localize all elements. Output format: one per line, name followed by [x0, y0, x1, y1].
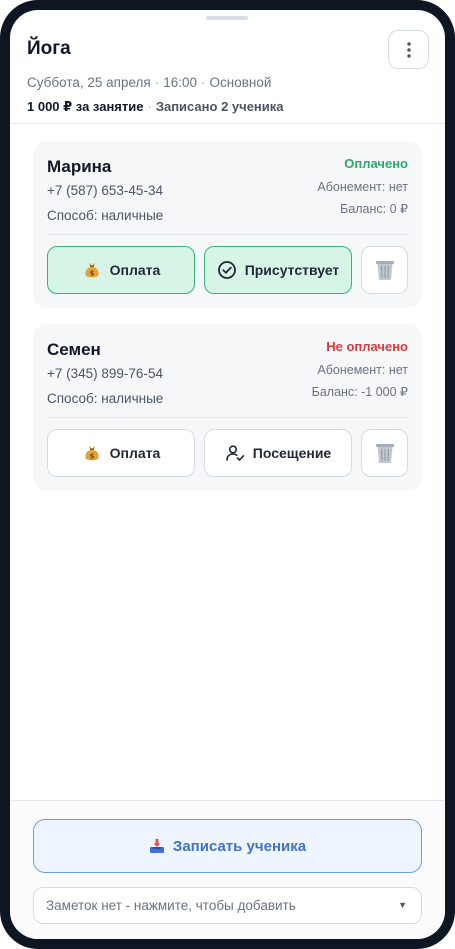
check-circle-icon — [217, 261, 236, 279]
payment-status-badge: Оплачено — [344, 156, 408, 171]
payment-status-badge: Не оплачено — [326, 339, 408, 354]
card-divider — [47, 234, 408, 235]
trash-icon — [375, 261, 394, 280]
student-card: Семен +7 (345) 899-76-54 Способ: наличны… — [33, 324, 422, 491]
student-card: Марина +7 (587) 653-45-34 Способ: наличн… — [33, 141, 422, 308]
delete-student-button[interactable] — [361, 246, 408, 294]
svg-text:$: $ — [89, 453, 94, 461]
bottom-sheet: Йога Суббота, 25 апреля · 16:00 · Основной 1… — [10, 10, 445, 939]
payment-button-label: Оплата — [109, 445, 161, 461]
enrolled-count: Записано 2 ученика — [155, 99, 284, 114]
student-name: Марина — [47, 157, 112, 176]
attendance-button-label: Присутствует — [244, 262, 340, 278]
attendance-button[interactable]: Посещение — [204, 429, 352, 477]
lesson-price: 1 000 ₽ за занятие — [27, 99, 144, 114]
trash-icon — [375, 444, 394, 463]
notes-placeholder: Заметок нет - нажмите, чтобы добавить — [46, 898, 296, 913]
more-menu-button[interactable] — [388, 30, 429, 69]
balance-info: Баланс: -1 000 ₽ — [311, 385, 408, 399]
attendance-button[interactable]: Присутствует — [204, 246, 352, 294]
more-vertical-icon — [406, 41, 411, 58]
lesson-schedule: Суббота, 25 апреля · 16:00 · Основной — [27, 75, 272, 90]
payment-button-label: Оплата — [109, 262, 161, 278]
subscription-info: Абонемент: нет — [317, 363, 408, 377]
card-divider — [47, 417, 408, 418]
device-frame: Йога Суббота, 25 апреля · 16:00 · Основной 1… — [0, 0, 455, 949]
caret-down-icon: ▼ — [398, 900, 407, 910]
subscription-info: Абонемент: нет — [317, 180, 408, 194]
payment-method: Способ: наличные — [47, 391, 164, 406]
lesson-time: 16:00 — [163, 75, 198, 90]
student-phone[interactable]: +7 (587) 653-45-34 — [47, 183, 163, 198]
balance-info: Баланс: 0 ₽ — [340, 202, 408, 216]
user-check-icon — [225, 445, 245, 461]
student-phone[interactable]: +7 (345) 899-76-54 — [47, 366, 163, 381]
money-bag-icon: $ — [85, 263, 99, 278]
enroll-student-label: Записать ученика — [172, 837, 307, 855]
notes-field[interactable]: Заметок нет - нажмите, чтобы добавить ▼ — [33, 887, 422, 924]
lesson-title: Йога — [27, 38, 71, 59]
payment-button[interactable]: $ Оплата — [47, 246, 195, 294]
lesson-date: Суббота, 25 апреля — [27, 75, 151, 90]
student-name: Семен — [47, 340, 101, 359]
attendance-button-label: Посещение — [252, 445, 332, 461]
money-bag-icon: $ — [85, 446, 99, 461]
delete-student-button[interactable] — [361, 429, 408, 477]
payment-method: Способ: наличные — [47, 208, 164, 223]
enroll-student-button[interactable]: Записать ученика — [33, 819, 422, 873]
sheet-footer: Записать ученика Заметок нет - нажмите, … — [10, 800, 445, 939]
lesson-header: Йога Суббота, 25 апреля · 16:00 · Основной 1… — [10, 10, 445, 124]
lesson-hall: Основной — [209, 75, 272, 90]
payment-button[interactable]: $ Оплата — [47, 429, 195, 477]
svg-text:$: $ — [89, 270, 94, 278]
lesson-meta: 1 000 ₽ за занятие · Записано 2 ученика — [27, 99, 284, 114]
inbox-tray-icon — [149, 839, 164, 853]
